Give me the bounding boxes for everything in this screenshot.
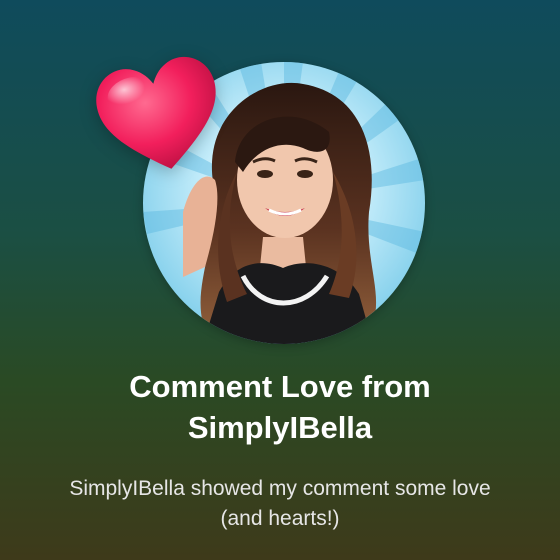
- notification-message: SimplyIBella showed my comment some love…: [69, 477, 491, 530]
- comment-love-card[interactable]: Comment Love from SimplyIBella SimplyIBe…: [0, 0, 560, 560]
- notification-title: Comment Love from SimplyIBella: [129, 369, 431, 445]
- heart-icon: [92, 50, 228, 180]
